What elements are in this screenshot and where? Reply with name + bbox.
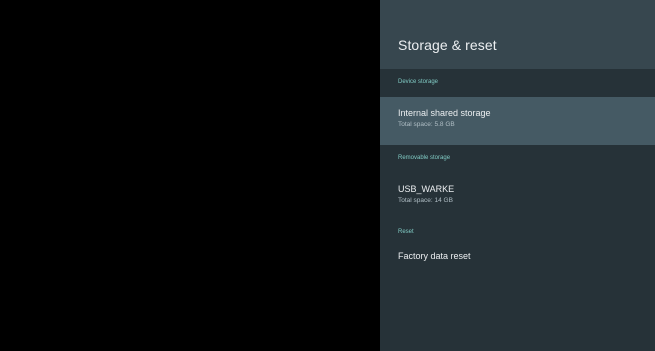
internal-shared-storage-title: Internal shared storage bbox=[398, 108, 491, 118]
internal-shared-storage-summary: Total space: 5.8 GB bbox=[398, 121, 455, 128]
usb-storage-item[interactable]: USB_WARKE Total space: 14 GB bbox=[380, 172, 655, 220]
usb-storage-title: USB_WARKE bbox=[398, 184, 455, 194]
usb-storage-summary: Total space: 14 GB bbox=[398, 197, 453, 204]
background-content-area bbox=[0, 0, 380, 351]
panel-header: Storage & reset bbox=[380, 0, 655, 69]
settings-side-panel: Storage & reset Device storage Internal … bbox=[380, 0, 655, 351]
factory-data-reset-title: Factory data reset bbox=[398, 251, 471, 261]
internal-shared-storage-item[interactable]: Internal shared storage Total space: 5.8… bbox=[380, 97, 655, 145]
tv-screen: Storage & reset Device storage Internal … bbox=[0, 0, 655, 351]
section-header-device-storage: Device storage bbox=[398, 79, 439, 85]
section-header-removable-storage: Removable storage bbox=[398, 155, 451, 161]
section-header-reset: Reset bbox=[398, 229, 414, 235]
page-title: Storage & reset bbox=[398, 37, 497, 53]
factory-data-reset-item[interactable]: Factory data reset bbox=[380, 244, 655, 280]
